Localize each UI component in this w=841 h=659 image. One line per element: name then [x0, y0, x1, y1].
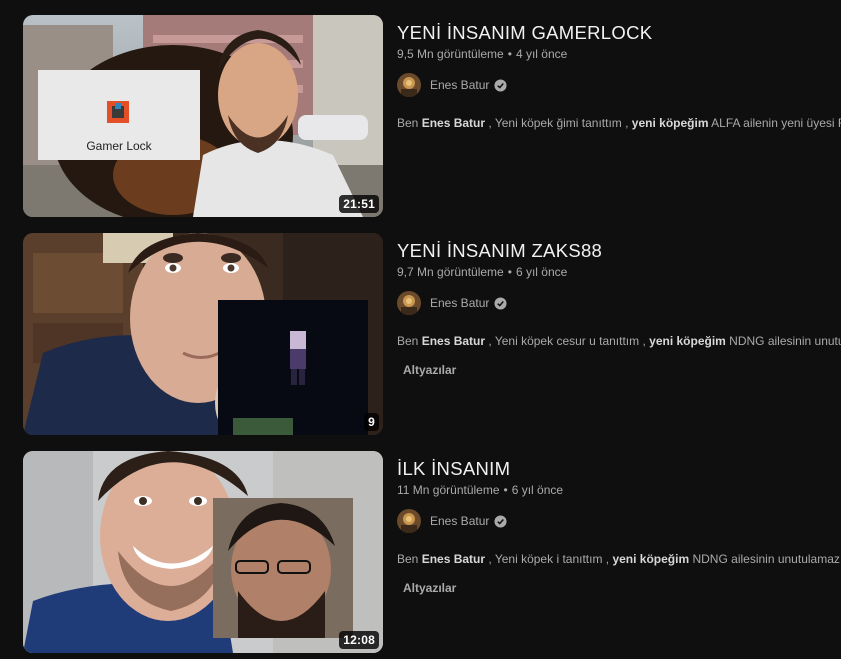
channel-link[interactable]: Enes Batur — [397, 73, 841, 97]
channel-name[interactable]: Enes Batur — [430, 296, 489, 310]
channel-name[interactable]: Enes Batur — [430, 78, 489, 92]
video-meta: İLK İNSANIM 11 Mn görüntüleme • 6 yıl önce… — [397, 451, 841, 597]
desc-prefix: Ben — [397, 552, 422, 566]
desc-tail: ALFA ailenin yeni üyesi Rot — [711, 116, 841, 130]
view-count: 11 Mn görüntüleme — [397, 483, 500, 497]
desc-tail: NDNG ailesinin unutulamaz üye — [692, 552, 841, 566]
video-description: Ben Enes Batur , Yeni köpek ğimi tanıttı… — [397, 115, 841, 131]
desc-highlight-name: Enes Batur — [421, 334, 486, 348]
channel-link[interactable]: Enes Batur — [397, 291, 841, 315]
upload-age: 6 yıl önce — [515, 265, 568, 279]
video-stats: 11 Mn görüntüleme • 6 yıl önce — [397, 483, 841, 497]
desc-highlight-keyword: yeni köpeğim — [649, 334, 726, 348]
channel-link[interactable]: Enes Batur — [397, 509, 841, 533]
desc-middle: , Yeni köpek ğimi tanıttım , — [485, 116, 632, 130]
desc-highlight-keyword: yeni köpeğim — [631, 116, 709, 130]
video-stats: 9,7 Mn görüntüleme • 6 yıl önce — [397, 265, 841, 279]
separator: • — [507, 265, 512, 279]
video-meta: YENİ İNSANIM GAMERLOCK 9,5 Mn görüntülem… — [397, 15, 841, 131]
desc-prefix: Ben — [397, 116, 422, 130]
thumbnail-image — [23, 451, 383, 653]
video-result-ilk-insanim: 12:08 İLK İNSANIM 11 Mn görüntüleme • 6 yı… — [0, 451, 841, 655]
desc-prefix: Ben — [397, 334, 422, 348]
subtitles-badge: Altyazılar — [403, 363, 457, 377]
duration-badge: 9 — [364, 413, 379, 431]
channel-avatar[interactable] — [397, 509, 421, 533]
video-stats: 9,5 Mn görüntüleme • 4 yıl önce — [397, 47, 841, 61]
video-description: Ben Enes Batur , Yeni köpek i tanıttım ,… — [397, 551, 841, 567]
video-description: Ben Enes Batur , Yeni köpek cesur u tanı… — [397, 333, 841, 349]
subtitles-badge: Altyazılar — [403, 581, 457, 595]
thumbnail-image — [23, 233, 383, 435]
video-title[interactable]: YENİ İNSANIM GAMERLOCK — [397, 22, 841, 44]
desc-highlight-name: Enes Batur — [421, 116, 486, 130]
view-count: 9,7 Mn görüntüleme — [397, 265, 504, 279]
verified-check-icon — [494, 78, 507, 92]
verified-check-icon — [494, 296, 507, 310]
desc-middle: , Yeni köpek cesur u tanıttım , — [485, 334, 650, 348]
video-thumbnail[interactable]: Gamer Lock 21:51 — [23, 15, 383, 217]
channel-name[interactable]: Enes Batur — [430, 514, 489, 528]
video-title[interactable]: YENİ İNSANIM ZAKS88 — [397, 240, 841, 262]
desc-highlight-name: Enes Batur — [421, 552, 486, 566]
verified-check-icon — [494, 514, 507, 528]
duration-badge: 21:51 — [339, 195, 379, 213]
upload-age: 4 yıl önce — [515, 47, 568, 61]
video-thumbnail[interactable]: 12:08 — [23, 451, 383, 653]
desc-middle: , Yeni köpek i tanıttım , — [485, 552, 613, 566]
search-results: Gamer Lock 21:51 YENİ İNSANIM GAMERLOCK … — [0, 0, 841, 659]
separator: • — [507, 47, 512, 61]
upload-age: 6 yıl önce — [511, 483, 564, 497]
duration-badge: 12:08 — [339, 631, 379, 649]
video-thumbnail[interactable]: 9 — [23, 233, 383, 435]
video-result-zaks88: 9 YENİ İNSANIM ZAKS88 9,7 Mn görüntüleme… — [0, 233, 841, 437]
desc-highlight-keyword: yeni köpeğim — [612, 552, 690, 566]
separator: • — [503, 483, 508, 497]
video-result-gamerlock: Gamer Lock 21:51 YENİ İNSANIM GAMERLOCK … — [0, 15, 841, 219]
view-count: 9,5 Mn görüntüleme — [397, 47, 504, 61]
desc-tail: NDNG ailesinin unutular — [729, 334, 841, 348]
video-title[interactable]: İLK İNSANIM — [397, 458, 841, 480]
thumbnail-image: Gamer Lock — [23, 15, 383, 217]
video-meta: YENİ İNSANIM ZAKS88 9,7 Mn görüntüleme • 6… — [397, 233, 841, 379]
channel-avatar[interactable] — [397, 291, 421, 315]
overlay-logo-text: Gamer Lock — [86, 139, 152, 153]
channel-avatar[interactable] — [397, 73, 421, 97]
